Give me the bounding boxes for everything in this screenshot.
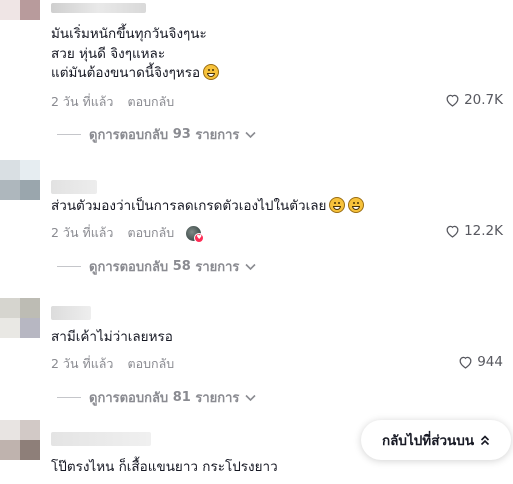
divider — [57, 134, 81, 135]
comment-item: มันเริ่มหนักขึ้นทุกวันจิงๆนะ สวย หุ่นดี … — [0, 0, 513, 150]
view-replies-button[interactable]: ดูการตอบกลับ 93 รายการ — [57, 124, 256, 145]
view-replies-label: ดูการตอบกลับ — [89, 260, 169, 275]
replies-suffix: รายการ — [195, 128, 240, 143]
heart-icon — [446, 225, 459, 238]
view-replies-button[interactable]: ดูการตอบกลับ 81 รายการ — [57, 387, 256, 408]
comment-meta: 2 วัน ที่แล้ว ตอบกลับ — [51, 354, 174, 374]
chevron-down-icon — [245, 394, 256, 401]
reply-button[interactable]: ตอบกลับ — [127, 92, 174, 112]
heart-icon — [459, 356, 472, 369]
creator-liked-avatar: ♥ — [186, 225, 205, 243]
like-count: 20.7K — [464, 92, 503, 108]
avatar[interactable] — [0, 160, 40, 200]
timestamp: 2 วัน ที่แล้ว — [51, 356, 114, 371]
chevron-down-icon — [245, 131, 256, 138]
like-count: 944 — [477, 354, 503, 370]
username-blurred[interactable] — [51, 180, 97, 194]
reply-count: 81 — [172, 390, 191, 405]
username-blurred[interactable] — [51, 306, 91, 320]
avatar[interactable] — [0, 0, 40, 20]
like-count: 12.2K — [464, 223, 503, 239]
reply-count: 93 — [172, 127, 191, 142]
comment-line: มันเริ่มหนักขึ้นทุกวันจิงๆนะ — [51, 26, 207, 42]
username-blurred[interactable] — [51, 432, 151, 446]
username-blurred[interactable] — [51, 3, 146, 13]
comment-line: โป๊ตรงไหน ก็เสื้อแขนยาว กระโปรงยาว — [51, 459, 278, 475]
reply-count: 58 — [172, 259, 191, 274]
view-replies-button[interactable]: ดูการตอบกลับ 58 รายการ — [57, 256, 256, 277]
grinning-emoji — [329, 197, 346, 213]
avatar[interactable] — [0, 420, 40, 460]
comment-text: สามีเค้าไม่ว่าเลยหรอ — [51, 328, 173, 348]
divider — [57, 266, 81, 267]
view-replies-label: ดูการตอบกลับ — [89, 128, 169, 143]
like-button[interactable]: 944 — [458, 354, 503, 370]
comment-item: ส่วนตัวมองว่าเป็นการลดเกรดตัวเองไปในตัวเ… — [0, 160, 513, 280]
like-button[interactable]: 12.2K — [445, 223, 503, 239]
divider — [57, 397, 81, 398]
grinning-sweat-emoji — [203, 64, 220, 80]
timestamp: 2 วัน ที่แล้ว — [51, 225, 114, 240]
comment-meta: 2 วัน ที่แล้ว ตอบกลับ ♥ — [51, 223, 205, 243]
timestamp: 2 วัน ที่แล้ว — [51, 94, 114, 109]
chevron-down-icon — [245, 263, 256, 270]
comment-meta: 2 วัน ที่แล้ว ตอบกลับ — [51, 92, 174, 112]
heart-icon: ♥ — [194, 232, 205, 243]
comment-line: ส่วนตัวมองว่าเป็นการลดเกรดตัวเองไปในตัวเ… — [51, 198, 327, 214]
reply-button[interactable]: ตอบกลับ — [127, 354, 174, 374]
double-chevron-up-icon — [480, 435, 490, 446]
comment-text: ส่วนตัวมองว่าเป็นการลดเกรดตัวเองไปในตัวเ… — [51, 197, 365, 217]
comment-text: โป๊ตรงไหน ก็เสื้อแขนยาว กระโปรงยาว — [51, 458, 278, 478]
comment-line: สามีเค้าไม่ว่าเลยหรอ — [51, 329, 173, 345]
heart-icon — [446, 94, 459, 107]
back-to-top-label: กลับไปที่ส่วนบน — [381, 433, 475, 449]
reply-button[interactable]: ตอบกลับ — [127, 223, 174, 243]
comment-line: สวย หุ่นดี จิงๆแหละ — [51, 45, 166, 62]
view-replies-label: ดูการตอบกลับ — [89, 391, 169, 406]
grinning-emoji — [348, 197, 365, 213]
replies-suffix: รายการ — [195, 260, 240, 275]
comment-text: มันเริ่มหนักขึ้นทุกวันจิงๆนะ สวย หุ่นดี … — [51, 25, 220, 84]
comments-panel: มันเริ่มหนักขึ้นทุกวันจิงๆนะ สวย หุ่นดี … — [0, 0, 513, 484]
like-button[interactable]: 20.7K — [445, 92, 503, 108]
replies-suffix: รายการ — [195, 391, 240, 406]
avatar[interactable] — [0, 298, 40, 338]
back-to-top-button[interactable]: กลับไปที่ส่วนบน — [361, 420, 511, 460]
comment-line: แต่มันต้องขนาดนี้จิงๆหรอ — [51, 65, 201, 81]
comment-item: สามีเค้าไม่ว่าเลยหรอ 2 วัน ที่แล้ว ตอบกล… — [0, 298, 513, 412]
